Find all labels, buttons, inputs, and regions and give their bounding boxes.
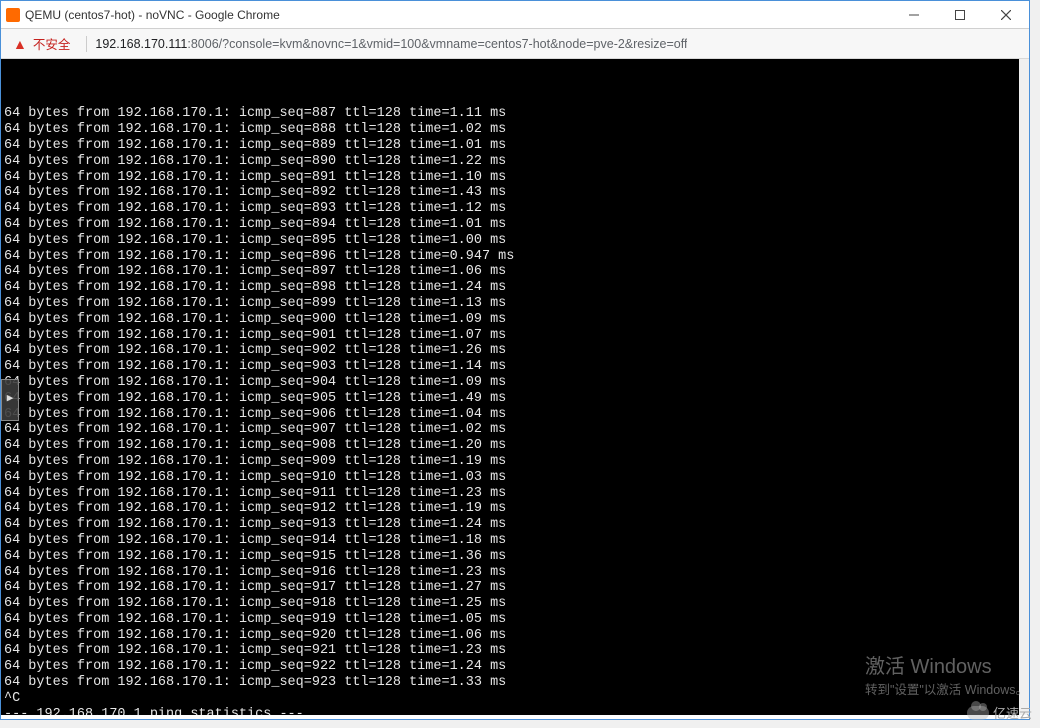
- insecure-warning-icon: ▲: [13, 36, 27, 52]
- scrollbar-track[interactable]: [1019, 59, 1029, 715]
- ping-reply-line: 64 bytes from 192.168.170.1: icmp_seq=88…: [4, 122, 1026, 138]
- ping-stats-header: --- 192.168.170.1 ping statistics ---: [4, 707, 1026, 715]
- ping-reply-line: 64 bytes from 192.168.170.1: icmp_seq=90…: [4, 391, 1026, 407]
- ping-reply-line: 64 bytes from 192.168.170.1: icmp_seq=91…: [4, 565, 1026, 581]
- address-bar[interactable]: ▲ 不安全 192.168.170.111:8006/?console=kvm&…: [1, 29, 1029, 59]
- ping-reply-line: 64 bytes from 192.168.170.1: icmp_seq=88…: [4, 138, 1026, 154]
- qemu-icon: [6, 8, 20, 22]
- window-title: QEMU (centos7-hot) - noVNC - Google Chro…: [25, 8, 891, 22]
- ping-reply-line: 64 bytes from 192.168.170.1: icmp_seq=90…: [4, 312, 1026, 328]
- ping-reply-line: 64 bytes from 192.168.170.1: icmp_seq=88…: [4, 106, 1026, 122]
- window-controls: [891, 1, 1029, 29]
- ping-reply-line: 64 bytes from 192.168.170.1: icmp_seq=90…: [4, 343, 1026, 359]
- ping-reply-line: 64 bytes from 192.168.170.1: icmp_seq=89…: [4, 296, 1026, 312]
- ping-reply-line: 64 bytes from 192.168.170.1: icmp_seq=91…: [4, 517, 1026, 533]
- ping-reply-line: 64 bytes from 192.168.170.1: icmp_seq=89…: [4, 280, 1026, 296]
- ping-reply-line: 64 bytes from 192.168.170.1: icmp_seq=92…: [4, 659, 1026, 675]
- ping-reply-line: 64 bytes from 192.168.170.1: icmp_seq=91…: [4, 580, 1026, 596]
- ping-reply-line: 64 bytes from 192.168.170.1: icmp_seq=90…: [4, 359, 1026, 375]
- brand-badge: 亿速云: [967, 703, 1032, 722]
- url-path: :8006/?console=kvm&novnc=1&vmid=100&vmna…: [187, 37, 687, 51]
- ping-reply-line: 64 bytes from 192.168.170.1: icmp_seq=92…: [4, 628, 1026, 644]
- ping-reply-line: 64 bytes from 192.168.170.1: icmp_seq=89…: [4, 170, 1026, 186]
- insecure-label: 不安全: [33, 34, 71, 53]
- ping-reply-line: 64 bytes from 192.168.170.1: icmp_seq=89…: [4, 201, 1026, 217]
- url-display[interactable]: 192.168.170.111:8006/?console=kvm&novnc=…: [95, 37, 687, 51]
- maximize-button[interactable]: [937, 1, 983, 29]
- ping-reply-line: 64 bytes from 192.168.170.1: icmp_seq=91…: [4, 501, 1026, 517]
- ping-reply-line: 64 bytes from 192.168.170.1: icmp_seq=89…: [4, 249, 1026, 265]
- ping-reply-line: 64 bytes from 192.168.170.1: icmp_seq=91…: [4, 596, 1026, 612]
- ping-reply-line: 64 bytes from 192.168.170.1: icmp_seq=91…: [4, 470, 1026, 486]
- ping-reply-line: 64 bytes from 192.168.170.1: icmp_seq=89…: [4, 233, 1026, 249]
- brand-text: 亿速云: [993, 703, 1032, 722]
- ping-reply-line: 64 bytes from 192.168.170.1: icmp_seq=91…: [4, 486, 1026, 502]
- address-separator: [86, 36, 87, 52]
- url-host: 192.168.170.111: [95, 37, 187, 51]
- app-icon-area: [1, 8, 25, 22]
- ping-reply-line: 64 bytes from 192.168.170.1: icmp_seq=90…: [4, 328, 1026, 344]
- ping-reply-line: 64 bytes from 192.168.170.1: icmp_seq=91…: [4, 612, 1026, 628]
- ping-reply-line: 64 bytes from 192.168.170.1: icmp_seq=90…: [4, 454, 1026, 470]
- minimize-button[interactable]: [891, 1, 937, 29]
- ping-reply-line: 64 bytes from 192.168.170.1: icmp_seq=90…: [4, 438, 1026, 454]
- application-window: QEMU (centos7-hot) - noVNC - Google Chro…: [0, 0, 1030, 720]
- ping-reply-line: 64 bytes from 192.168.170.1: icmp_seq=91…: [4, 533, 1026, 549]
- novnc-handle[interactable]: ▶: [1, 379, 19, 421]
- ping-reply-line: 64 bytes from 192.168.170.1: icmp_seq=89…: [4, 264, 1026, 280]
- ping-reply-line: 64 bytes from 192.168.170.1: icmp_seq=89…: [4, 154, 1026, 170]
- ping-reply-line: 64 bytes from 192.168.170.1: icmp_seq=92…: [4, 643, 1026, 659]
- interrupt-line: ^C: [4, 691, 1026, 707]
- ping-reply-line: 64 bytes from 192.168.170.1: icmp_seq=91…: [4, 549, 1026, 565]
- terminal-output[interactable]: 64 bytes from 192.168.170.1: icmp_seq=88…: [1, 59, 1029, 715]
- cloud-icon: [967, 706, 989, 720]
- ping-reply-line: 64 bytes from 192.168.170.1: icmp_seq=90…: [4, 375, 1026, 391]
- close-button[interactable]: [983, 1, 1029, 29]
- title-bar[interactable]: QEMU (centos7-hot) - noVNC - Google Chro…: [1, 1, 1029, 29]
- ping-reply-line: 64 bytes from 192.168.170.1: icmp_seq=92…: [4, 675, 1026, 691]
- ping-reply-line: 64 bytes from 192.168.170.1: icmp_seq=90…: [4, 422, 1026, 438]
- ping-reply-line: 64 bytes from 192.168.170.1: icmp_seq=89…: [4, 185, 1026, 201]
- ping-reply-line: 64 bytes from 192.168.170.1: icmp_seq=89…: [4, 217, 1026, 233]
- ping-reply-line: 64 bytes from 192.168.170.1: icmp_seq=90…: [4, 407, 1026, 423]
